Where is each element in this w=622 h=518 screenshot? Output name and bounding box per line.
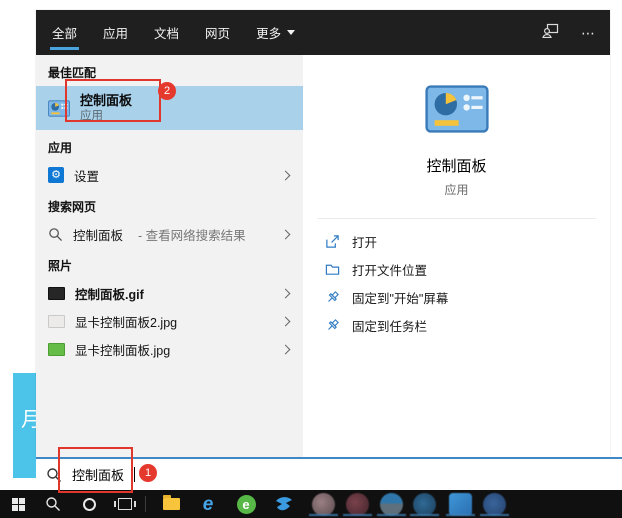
result-web-search[interactable]: 控制面板 - 查看网络搜索结果	[36, 220, 303, 248]
annotation-box-step2	[65, 79, 161, 122]
action-pin-to-start[interactable]: 固定到"开始"屏幕	[303, 283, 610, 311]
section-header-apps: 应用	[48, 141, 73, 155]
desktop-text: 月	[21, 409, 36, 431]
folder-icon	[162, 495, 180, 510]
chevron-right-icon[interactable]	[280, 316, 291, 326]
result-settings[interactable]: ⚙ 设置	[36, 161, 303, 189]
photo-thumbnail-icon	[48, 342, 65, 356]
green-browser-button[interactable]: e	[233, 490, 259, 518]
text-cursor	[134, 467, 136, 482]
ie-browser-button[interactable]: e	[195, 490, 221, 518]
chevron-right-icon[interactable]	[280, 170, 291, 180]
tab-documents-label: 文档	[154, 27, 180, 41]
task-view-icon	[114, 498, 136, 510]
annotation-box-step1	[58, 447, 133, 493]
result-photo-jpg[interactable]: 显卡控制面板.jpg	[36, 335, 303, 363]
pin-icon	[328, 318, 339, 330]
section-header-web: 搜索网页	[48, 200, 97, 214]
photo-jpg2-label: 显卡控制面板2.jpg	[75, 315, 178, 330]
screenshot-root: 月 全部 应用 文档 网页 更多 ⋯ 最佳匹配 控制面板 应用 应用 ⚙ 设置 …	[0, 0, 622, 518]
result-settings-label: 设置	[74, 169, 100, 184]
tab-more[interactable]: 更多	[256, 10, 296, 55]
ie-icon: e	[202, 493, 214, 515]
web-search-suffix: - 查看网络搜索结果	[138, 228, 246, 243]
tab-apps[interactable]: 应用	[103, 10, 128, 55]
chevron-right-icon[interactable]	[280, 229, 291, 239]
tab-web-label: 网页	[205, 27, 231, 41]
tab-all[interactable]: 全部	[49, 10, 80, 55]
pinned-app-button-5[interactable]	[445, 490, 475, 518]
windows-logo-icon	[11, 497, 25, 511]
result-photo-gif[interactable]: 控制面板.gif	[36, 279, 303, 307]
taskbar: e e	[0, 490, 622, 518]
taskbar-search-button[interactable]	[40, 490, 66, 518]
pinned-app-button-6[interactable]	[479, 490, 509, 518]
app-icon-blurred	[409, 492, 439, 516]
thunder-button[interactable]	[271, 490, 297, 518]
app-icon-blurred	[342, 492, 372, 516]
search-flyout-panel: 全部 应用 文档 网页 更多 ⋯ 最佳匹配 控制面板 应用 应用 ⚙ 设置 搜索…	[36, 10, 610, 457]
action-pin-to-taskbar-label: 固定到任务栏	[352, 319, 428, 334]
green-browser-icon: e	[236, 494, 256, 514]
action-pin-to-taskbar[interactable]: 固定到任务栏	[303, 311, 610, 339]
tab-apps-label: 应用	[103, 27, 129, 41]
action-open-file-location[interactable]: 打开文件位置	[303, 255, 610, 283]
result-photo-jpg2[interactable]: 显卡控制面板2.jpg	[36, 307, 303, 335]
photo-jpg-label: 显卡控制面板.jpg	[75, 343, 171, 358]
preview-pane: 控制面板 应用 打开 打开文件位置 固定到"开始"屏幕 固定到任务栏	[303, 55, 610, 457]
cortana-button[interactable]	[76, 490, 102, 518]
photo-gif-label: 控制面板.gif	[75, 287, 144, 302]
chevron-right-icon[interactable]	[280, 344, 291, 354]
pinned-app-button-1[interactable]	[308, 490, 338, 518]
task-view-button[interactable]	[112, 490, 138, 518]
pinned-app-button-2[interactable]	[342, 490, 372, 518]
web-search-label: 控制面板	[73, 228, 124, 243]
photo-thumbnail-icon	[48, 314, 65, 328]
chevron-right-icon[interactable]	[280, 288, 291, 298]
preview-title: 控制面板	[426, 158, 487, 175]
section-header-photos: 照片	[48, 259, 73, 273]
header-icons: ⋯	[542, 10, 596, 55]
file-explorer-button[interactable]	[158, 490, 184, 518]
settings-gear-icon: ⚙	[48, 167, 64, 183]
tab-all-label: 全部	[52, 27, 78, 41]
action-open-label: 打开	[352, 235, 378, 250]
app-icon-blurred	[376, 492, 406, 516]
action-pin-to-start-label: 固定到"开始"屏幕	[352, 291, 449, 306]
search-icon	[46, 497, 60, 511]
app-icon-blurred	[445, 492, 475, 516]
preview-subtitle: 应用	[444, 183, 469, 197]
start-button[interactable]	[6, 490, 30, 518]
folder-icon	[325, 264, 340, 275]
control-panel-icon-large	[424, 85, 489, 133]
tab-documents[interactable]: 文档	[154, 10, 179, 55]
divider	[317, 218, 596, 219]
taskbar-separator	[143, 490, 147, 518]
chevron-down-icon	[287, 30, 296, 35]
app-icon-blurred	[479, 492, 509, 516]
more-options-icon[interactable]: ⋯	[581, 26, 596, 40]
search-filter-tabs-bar: 全部 应用 文档 网页 更多 ⋯	[36, 10, 610, 55]
pin-icon	[328, 290, 339, 302]
thunder-bird-icon	[276, 497, 292, 511]
annotation-badge-step2: 2	[158, 82, 176, 100]
search-icon	[49, 227, 63, 241]
action-open[interactable]: 打开	[303, 227, 610, 255]
action-open-file-location-label: 打开文件位置	[352, 263, 428, 278]
tab-web[interactable]: 网页	[205, 10, 230, 55]
cortana-icon	[82, 497, 96, 511]
desktop-window-fragment: 月	[13, 373, 36, 478]
app-icon-blurred	[308, 492, 338, 516]
tab-more-label: 更多	[256, 27, 282, 41]
open-icon	[326, 234, 339, 248]
user-account-icon[interactable]	[542, 23, 559, 43]
annotation-badge-step1: 1	[139, 464, 157, 482]
pinned-app-button-3[interactable]	[376, 490, 406, 518]
pinned-app-button-4[interactable]	[409, 490, 439, 518]
photo-thumbnail-icon	[48, 286, 65, 300]
